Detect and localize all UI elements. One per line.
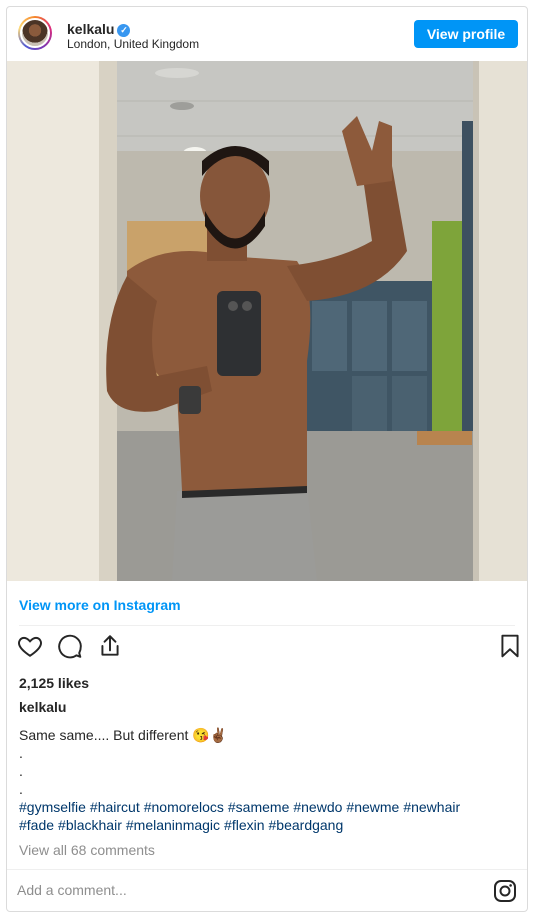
hashtag-line: #fade #blackhair #melaninmagic #flexin #bear… bbox=[19, 816, 515, 834]
post-photo[interactable] bbox=[7, 61, 527, 581]
hashtag-link[interactable]: #newhair bbox=[403, 799, 460, 815]
verified-badge-icon: ✓ bbox=[117, 24, 131, 37]
hashtag-link[interactable]: #newme bbox=[346, 799, 399, 815]
view-all-comments-link[interactable]: View all 68 comments bbox=[19, 842, 155, 858]
username-text: kelkalu bbox=[67, 21, 115, 37]
caption-text: Same same.... But different 😘✌🏾 . . . #g… bbox=[19, 726, 515, 834]
hashtag-link[interactable]: #nomorelocs bbox=[144, 799, 224, 815]
instagram-logo-icon[interactable] bbox=[493, 879, 517, 903]
view-more-link[interactable]: View more on Instagram bbox=[19, 597, 181, 613]
post-header: kelkalu ✓ London, United Kingdom View pro… bbox=[7, 7, 527, 61]
action-bar bbox=[17, 633, 519, 661]
likes-count[interactable]: 2,125 likes bbox=[19, 675, 89, 691]
instagram-embed-card: kelkalu ✓ London, United Kingdom View pro… bbox=[6, 6, 528, 912]
hashtag-link[interactable]: #fade bbox=[19, 817, 54, 833]
heart-icon[interactable] bbox=[17, 633, 43, 659]
username-link[interactable]: kelkalu ✓ bbox=[67, 21, 131, 37]
hashtag-link[interactable]: #newdo bbox=[293, 799, 342, 815]
view-profile-button[interactable]: View profile bbox=[414, 20, 518, 48]
hashtag-link[interactable]: #beardgang bbox=[269, 817, 344, 833]
avatar[interactable] bbox=[18, 16, 52, 50]
caption-username[interactable]: kelkalu bbox=[19, 699, 66, 715]
hashtag-link[interactable]: #haircut bbox=[90, 799, 140, 815]
comment-icon[interactable] bbox=[57, 633, 83, 659]
share-icon[interactable] bbox=[97, 633, 123, 659]
caption-dot: . bbox=[19, 781, 23, 797]
avatar-image bbox=[20, 18, 50, 48]
hashtag-link[interactable]: #flexin bbox=[224, 817, 264, 833]
hashtag-link[interactable]: #gymselfie bbox=[19, 799, 86, 815]
divider bbox=[19, 625, 515, 626]
hashtag-line: #gymselfie #haircut #nomorelocs #sameme #new… bbox=[19, 798, 515, 816]
bookmark-icon[interactable] bbox=[497, 633, 523, 659]
add-comment-input[interactable]: Add a comment... bbox=[17, 882, 127, 898]
caption-line: Same same.... But different 😘✌🏾 bbox=[19, 727, 228, 743]
add-comment-bar: Add a comment... bbox=[7, 869, 527, 911]
hashtag-link[interactable]: #melaninmagic bbox=[126, 817, 220, 833]
hashtag-link[interactable]: #sameme bbox=[228, 799, 289, 815]
post-photo-illustration bbox=[7, 61, 527, 581]
hashtag-link[interactable]: #blackhair bbox=[58, 817, 122, 833]
location-link[interactable]: London, United Kingdom bbox=[67, 37, 199, 51]
caption-dot: . bbox=[19, 763, 23, 779]
caption-dot: . bbox=[19, 745, 23, 761]
